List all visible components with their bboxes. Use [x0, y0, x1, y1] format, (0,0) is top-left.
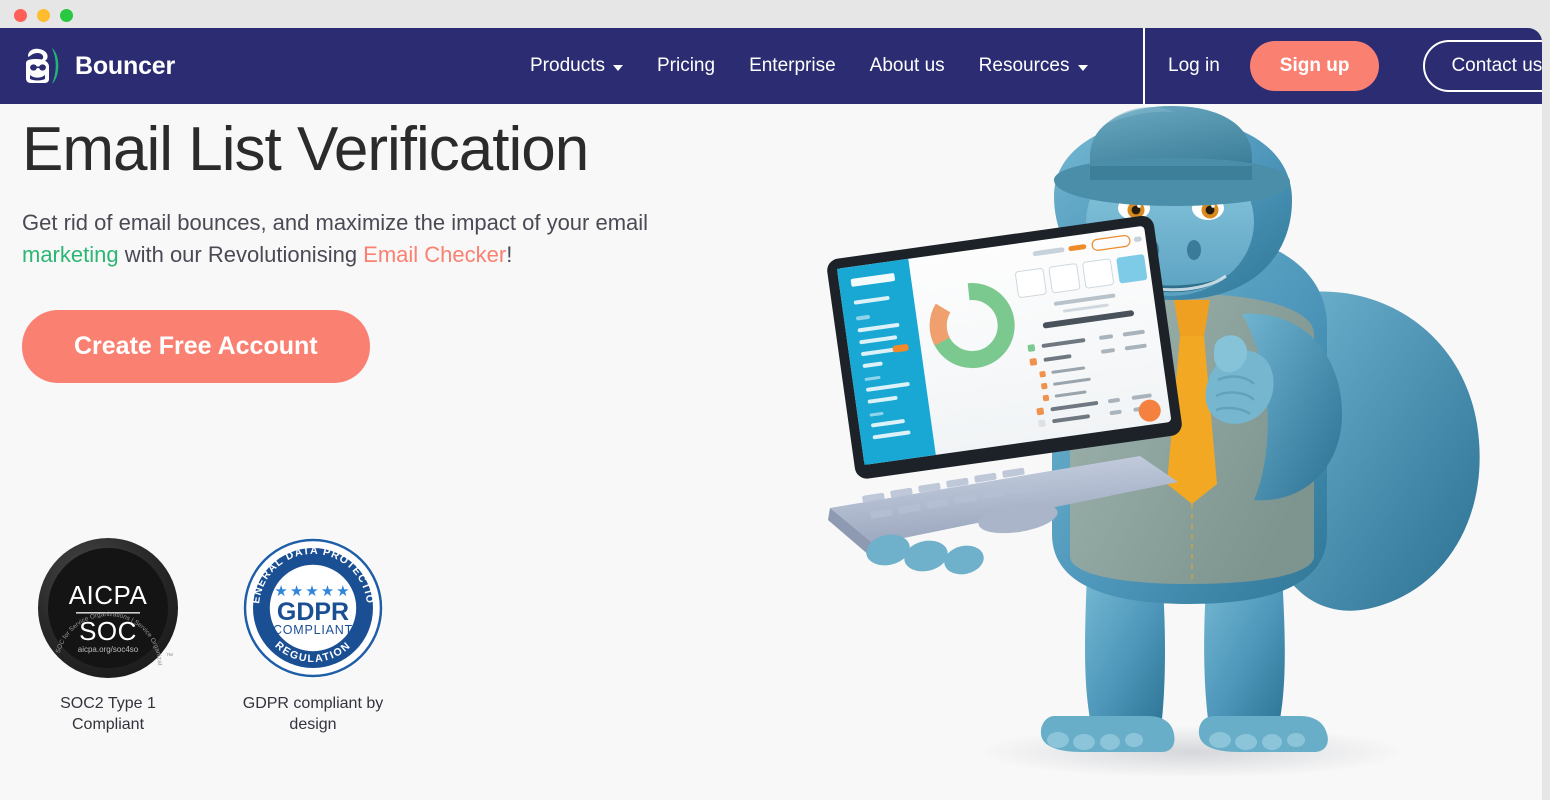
svg-text:GDPR: GDPR	[277, 598, 349, 626]
brand-name-text: Bouncer	[75, 51, 176, 80]
badge-soc2-caption: SOC2 Type 1 Compliant	[60, 695, 156, 733]
mascot-laptop-graphic	[827, 106, 1480, 778]
svg-text:™: ™	[166, 653, 173, 660]
page-title: Email List Verification	[22, 115, 589, 184]
nav-item-about-us[interactable]: About us	[870, 55, 945, 77]
window-chrome	[0, 0, 1550, 30]
hero-section: Email List Verification Get rid of email…	[0, 104, 1542, 800]
svg-text:aicpa.org/soc4so: aicpa.org/soc4so	[78, 645, 139, 654]
badge-gdpr: GENERAL DATA PROTECTION REGULATION ★★★★★…	[227, 536, 399, 736]
aicpa-soc-seal-icon: AICPA SOC aicpa.org/soc4so SOC for Servi…	[36, 536, 178, 678]
hero-subtitle-part3: !	[506, 241, 513, 267]
nav-item-resources-label: Resources	[978, 55, 1070, 76]
create-free-account-button[interactable]: Create Free Account	[22, 309, 370, 383]
brand-logo-link[interactable]: Bouncer	[22, 46, 175, 86]
close-window-button[interactable]	[14, 9, 27, 22]
maximize-window-button[interactable]	[60, 9, 73, 22]
main-navigation-bar: Bouncer Products Pricing Enterprise Abou…	[0, 28, 1542, 105]
svg-text:AICPA: AICPA	[69, 580, 148, 610]
hero-copy-block: Email List Verification Get rid of email…	[22, 114, 802, 383]
hero-subtitle-highlight-email-checker: Email Checker	[363, 241, 507, 267]
login-link[interactable]: Log in	[1168, 55, 1220, 77]
traffic-light-buttons	[14, 9, 73, 22]
hero-subtitle: Get rid of email bounces, and maximize t…	[22, 207, 712, 269]
hero-subtitle-highlight-marketing: marketing	[22, 241, 119, 267]
bouncer-mascot-holding-laptop-illustration	[822, 104, 1542, 800]
nav-action-buttons: Log in Sign up Contact us	[1168, 40, 1542, 92]
nav-item-products-label: Products	[530, 55, 605, 76]
minimize-window-button[interactable]	[37, 9, 50, 22]
bouncer-gorilla-logo-icon	[26, 48, 59, 84]
badge-gdpr-caption: GDPR compliant by design	[242, 695, 384, 733]
app-root: Bouncer Products Pricing Enterprise Abou…	[0, 0, 1550, 800]
nav-item-enterprise[interactable]: Enterprise	[749, 55, 836, 77]
chevron-down-icon	[1077, 64, 1088, 71]
trust-badges-row: AICPA SOC aicpa.org/soc4so SOC for Servi…	[22, 536, 399, 736]
contact-us-button[interactable]: Contact us	[1423, 40, 1542, 92]
nav-item-products[interactable]: Products	[530, 55, 623, 77]
nav-item-pricing[interactable]: Pricing	[657, 55, 715, 77]
nav-item-resources[interactable]: Resources	[979, 55, 1088, 77]
browser-viewport: Bouncer Products Pricing Enterprise Abou…	[0, 28, 1542, 800]
hero-subtitle-part1: Get rid of email bounces, and maximize t…	[22, 210, 649, 236]
gdpr-compliant-seal-icon: GENERAL DATA PROTECTION REGULATION ★★★★★…	[241, 536, 383, 678]
svg-text:COMPLIANT: COMPLIANT	[273, 623, 353, 637]
badge-soc2: AICPA SOC aicpa.org/soc4so SOC for Servi…	[22, 536, 194, 736]
hero-subtitle-part2: with our Revolutionising	[118, 241, 364, 267]
chevron-down-icon	[612, 64, 623, 71]
nav-vertical-divider	[1143, 28, 1145, 105]
signup-button[interactable]: Sign up	[1249, 41, 1380, 91]
primary-nav-links: Products Pricing Enterprise About us Res…	[530, 55, 1088, 77]
